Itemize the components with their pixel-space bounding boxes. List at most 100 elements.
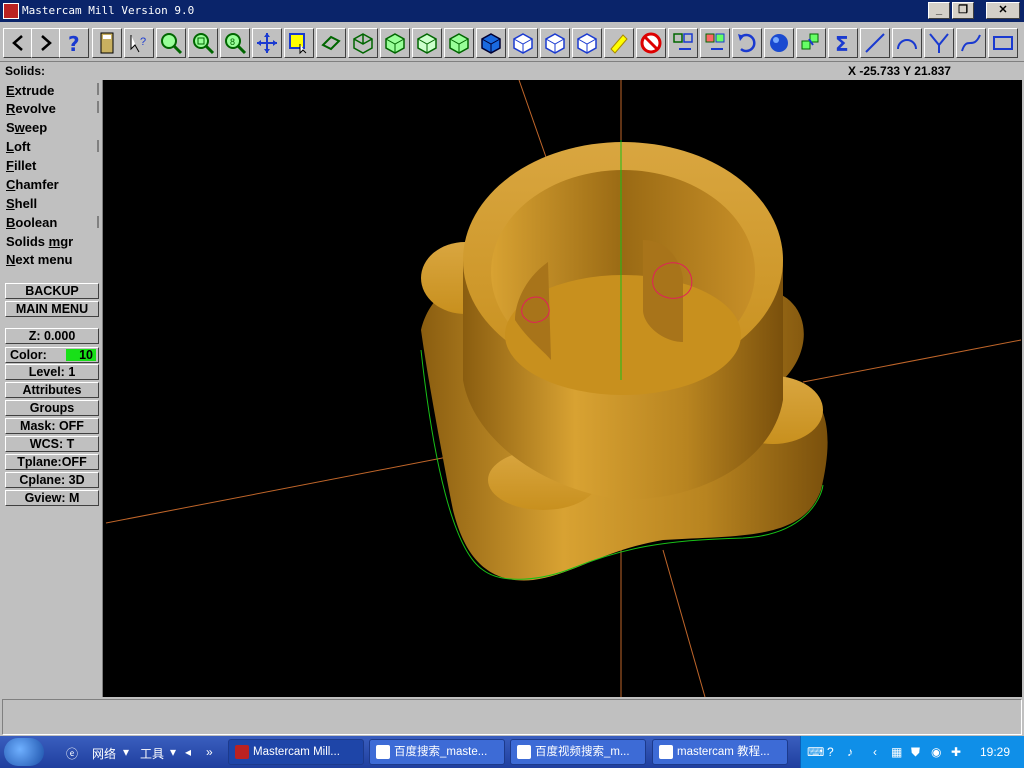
chevron-down-icon[interactable]: ▾ [170, 745, 176, 759]
groups-button[interactable]: Groups [5, 400, 99, 416]
sphere-icon[interactable] [764, 28, 794, 58]
ie-page-icon [517, 745, 531, 759]
menu-item-next-menu[interactable]: Next menu [6, 252, 72, 267]
view-shaded-2-icon[interactable] [508, 28, 538, 58]
menu-item-chamfer[interactable]: Chamfer [6, 177, 59, 192]
layers-icon[interactable] [796, 28, 826, 58]
menu-item-revolve[interactable]: Revolve [6, 101, 56, 116]
mode-label: Solids: [5, 64, 46, 78]
menu-item-fillet[interactable]: Fillet [6, 158, 36, 173]
mastercam-icon [235, 745, 249, 759]
window-title: Mastercam Mill Version 9.0 [22, 4, 195, 17]
zoom-fit-icon[interactable]: 8 [220, 28, 250, 58]
mask-button[interactable]: Mask: OFF [5, 418, 99, 434]
calculator-icon[interactable] [92, 28, 122, 58]
undo-icon[interactable] [732, 28, 762, 58]
keyboard-icon[interactable]: ⌨ [807, 745, 824, 759]
rectangle-icon[interactable] [988, 28, 1018, 58]
network-toolbar-label[interactable]: 网络 [92, 745, 116, 762]
chevron-down-icon[interactable]: ▾ [123, 745, 129, 759]
graphics-viewport[interactable] [102, 79, 1022, 698]
view-shaded-1-icon[interactable] [476, 28, 506, 58]
wcs-button[interactable]: WCS: T [5, 436, 99, 452]
system-tray: ⌨ ? ♪ ‹ ▦ ⛊ ◉ ✚ 19:29 [800, 736, 1024, 768]
task-mastercam-tutorial[interactable]: mastercam 教程... [652, 739, 788, 765]
task-baidu-search[interactable]: 百度搜索_maste... [369, 739, 505, 765]
security-icon[interactable]: ◉ [931, 745, 941, 759]
clock[interactable]: 19:29 [980, 745, 1010, 759]
svg-text:?: ? [140, 36, 146, 48]
zoom-window-icon[interactable] [156, 28, 186, 58]
taskbar: ⓔ 网络 ▾ 工具 ▾ ◂ » Mastercam Mill... 百度搜索_m… [0, 736, 1024, 768]
speaker-icon[interactable]: ♪ [847, 745, 853, 759]
menu-item-solids-mgr[interactable]: Solids mgr [6, 234, 73, 249]
axis-line [105, 453, 464, 524]
main-menu-button[interactable]: MAIN MENU [5, 301, 99, 317]
start-button[interactable] [4, 738, 44, 766]
menu-separator [97, 101, 99, 113]
view-top-icon[interactable] [348, 28, 378, 58]
svg-text:8: 8 [230, 37, 235, 47]
help-tray-icon[interactable]: ? [827, 745, 834, 759]
tplane-button[interactable]: Tplane:OFF [5, 454, 99, 470]
line-icon[interactable] [860, 28, 890, 58]
help-icon[interactable]: ? [59, 28, 89, 58]
tools-toolbar-label[interactable]: 工具 [140, 745, 164, 762]
rotate-icon[interactable] [316, 28, 346, 58]
cplane-button[interactable]: Cplane: 3D [5, 472, 99, 488]
view-side-icon[interactable] [412, 28, 442, 58]
status-row: Solids: X -25.733 Y 21.837 [0, 62, 1024, 80]
pan-icon[interactable] [252, 28, 282, 58]
toolbar: ? ? 8 Σ [0, 24, 1024, 62]
network-tray-icon[interactable]: ▦ [891, 745, 902, 759]
gview-button[interactable]: Gview: M [5, 490, 99, 506]
tray-expand-icon[interactable]: ‹ [873, 745, 877, 759]
arc-icon[interactable] [892, 28, 922, 58]
menu-item-loft[interactable]: Loft [6, 139, 31, 154]
restore-button[interactable]: ❐ [952, 2, 974, 19]
transform-1-icon[interactable] [668, 28, 698, 58]
back-arrow-icon[interactable] [3, 28, 33, 58]
attributes-button[interactable]: Attributes [5, 382, 99, 398]
color-label: Color: [10, 348, 47, 362]
menu-item-extrude[interactable]: Extrude [6, 83, 54, 98]
color-button[interactable]: Color: 10 [5, 347, 99, 363]
no-entry-icon[interactable] [636, 28, 666, 58]
more-chevron-icon[interactable]: » [206, 745, 213, 759]
view-front-icon[interactable] [380, 28, 410, 58]
view-iso-icon[interactable] [444, 28, 474, 58]
spline-icon[interactable] [956, 28, 986, 58]
antivirus-icon[interactable]: ✚ [951, 745, 961, 759]
axis-line [802, 339, 1022, 383]
backup-button[interactable]: BACKUP [5, 283, 99, 299]
forward-arrow-icon[interactable] [31, 28, 61, 58]
level-button[interactable]: Level: 1 [5, 364, 99, 380]
z-depth-button[interactable]: Z: 0.000 [5, 328, 99, 344]
ie-page-icon [659, 745, 673, 759]
sigma-icon[interactable]: Σ [828, 28, 858, 58]
menu-separator [97, 140, 99, 152]
select-window-icon[interactable] [284, 28, 314, 58]
menu-item-boolean[interactable]: Boolean [6, 215, 57, 230]
eraser-icon[interactable] [604, 28, 634, 58]
shield-icon[interactable]: ⛊ [911, 745, 920, 760]
minimize-button[interactable]: _ [928, 2, 950, 19]
ie-icon[interactable]: ⓔ [66, 745, 78, 762]
fillet-icon[interactable] [924, 28, 954, 58]
transform-2-icon[interactable] [700, 28, 730, 58]
app-icon[interactable] [3, 3, 19, 19]
pointer-help-icon[interactable]: ? [124, 28, 154, 58]
axis-line [662, 549, 706, 698]
task-baidu-video[interactable]: 百度视频搜索_m... [510, 739, 646, 765]
menu-item-sweep[interactable]: Sweep [6, 120, 47, 135]
svg-text:?: ? [68, 32, 80, 55]
view-shaded-4-icon[interactable] [572, 28, 602, 58]
menu-item-shell[interactable]: Shell [6, 196, 37, 211]
svg-text:Σ: Σ [835, 32, 849, 55]
task-mastercam[interactable]: Mastercam Mill... [228, 739, 364, 765]
cursor-coordinates: X -25.733 Y 21.837 [848, 64, 951, 78]
close-button[interactable]: ✕ [986, 2, 1020, 19]
zoom-out-icon[interactable] [188, 28, 218, 58]
view-shaded-3-icon[interactable] [540, 28, 570, 58]
back-icon[interactable]: ◂ [185, 745, 191, 759]
